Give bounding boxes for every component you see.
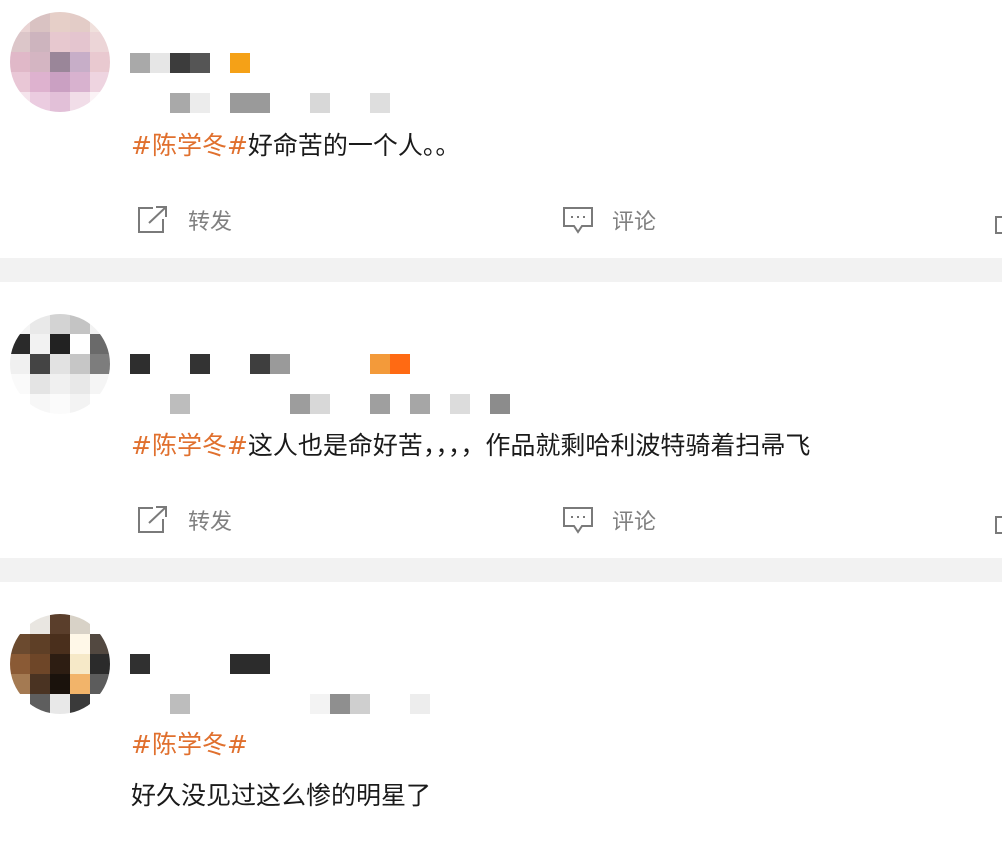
repost-label: 转发 bbox=[188, 510, 233, 535]
vip-badge bbox=[230, 53, 250, 73]
comment-feed: #陈学冬#好命苦的一个人。。 转发 评论 #陈学冬#这人也是命好苦，，，，作品就… bbox=[0, 0, 1002, 846]
like-icon bbox=[995, 516, 1002, 534]
like-button[interactable] bbox=[994, 214, 1002, 240]
avatar[interactable] bbox=[10, 12, 110, 112]
avatar[interactable] bbox=[10, 314, 110, 414]
vip-badge bbox=[390, 354, 410, 374]
repost-label: 转发 bbox=[188, 210, 233, 235]
post-text: 好命苦的一个人。。 bbox=[247, 131, 461, 160]
avatar[interactable] bbox=[10, 614, 110, 714]
comment-button[interactable]: 评论 bbox=[562, 204, 656, 236]
share-icon bbox=[138, 206, 167, 233]
topic-hashtag[interactable]: #陈学冬# bbox=[131, 431, 248, 460]
post-content: #陈学冬# bbox=[131, 729, 248, 761]
comment-icon bbox=[563, 507, 593, 534]
comment-icon bbox=[563, 207, 593, 234]
like-button[interactable] bbox=[994, 514, 1002, 540]
comment-button[interactable]: 评论 bbox=[562, 504, 656, 536]
post-text: 这人也是命好苦，，，，作品就剩哈利波特骑着扫帚飞 bbox=[247, 431, 811, 460]
post-content: #陈学冬#好命苦的一个人。。 bbox=[131, 130, 460, 162]
repost-button[interactable]: 转发 bbox=[136, 504, 232, 536]
feed-post: #陈学冬# 好久没见过这么惨的明星了 bbox=[0, 582, 1002, 846]
comment-label: 评论 bbox=[612, 510, 657, 535]
topic-hashtag[interactable]: #陈学冬# bbox=[131, 131, 248, 160]
post-text: 好久没见过这么惨的明星了 bbox=[131, 781, 432, 810]
post-divider bbox=[0, 558, 1002, 582]
like-icon bbox=[995, 216, 1002, 234]
vip-badge bbox=[370, 354, 390, 374]
post-content: #陈学冬#这人也是命好苦，，，，作品就剩哈利波特骑着扫帚飞 bbox=[131, 430, 810, 462]
post-divider bbox=[0, 258, 1002, 282]
feed-post: #陈学冬#好命苦的一个人。。 转发 评论 bbox=[0, 0, 1002, 258]
repost-button[interactable]: 转发 bbox=[136, 204, 232, 236]
topic-hashtag[interactable]: #陈学冬# bbox=[131, 730, 248, 759]
share-icon bbox=[138, 506, 167, 533]
feed-post: #陈学冬#这人也是命好苦，，，，作品就剩哈利波特骑着扫帚飞 转发 评论 bbox=[0, 282, 1002, 558]
comment-label: 评论 bbox=[612, 210, 657, 235]
